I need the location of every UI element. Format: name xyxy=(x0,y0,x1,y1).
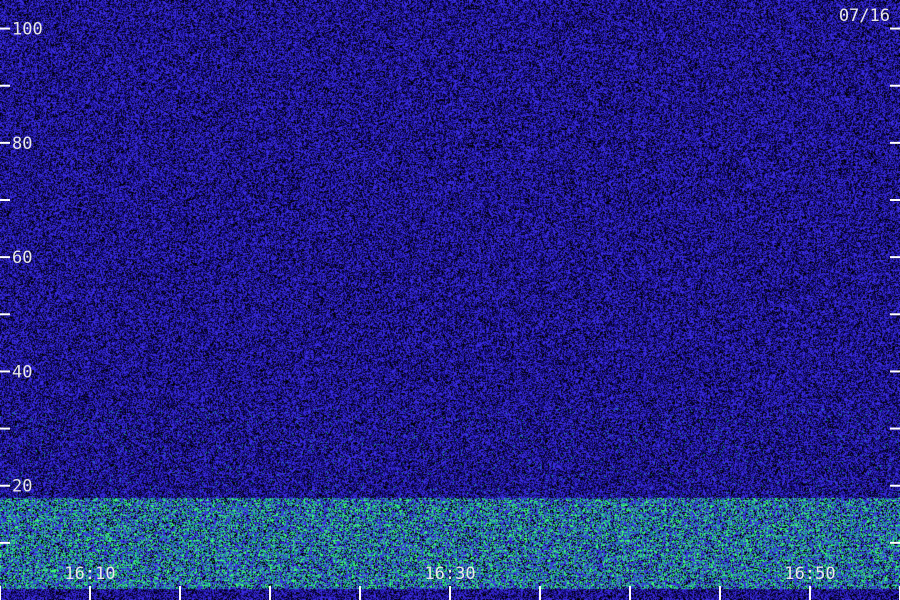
y-tick-label: 60 xyxy=(12,248,32,268)
y-tick-label: 20 xyxy=(12,477,32,497)
spectrogram-chart: 20 40 60 80 100 16:10 16:30 16:50 07/16 xyxy=(0,0,900,600)
y-tick-label: 100 xyxy=(12,20,43,40)
x-tick-label: 16:30 xyxy=(424,564,475,584)
y-tick-label: 40 xyxy=(12,362,32,382)
axes-overlay: 20 40 60 80 100 16:10 16:30 16:50 xyxy=(0,20,900,600)
x-tick-label: 16:50 xyxy=(784,564,835,584)
date-label: 07/16 xyxy=(838,6,890,26)
y-tick-label: 80 xyxy=(12,134,32,154)
x-tick-label: 16:10 xyxy=(64,564,115,584)
